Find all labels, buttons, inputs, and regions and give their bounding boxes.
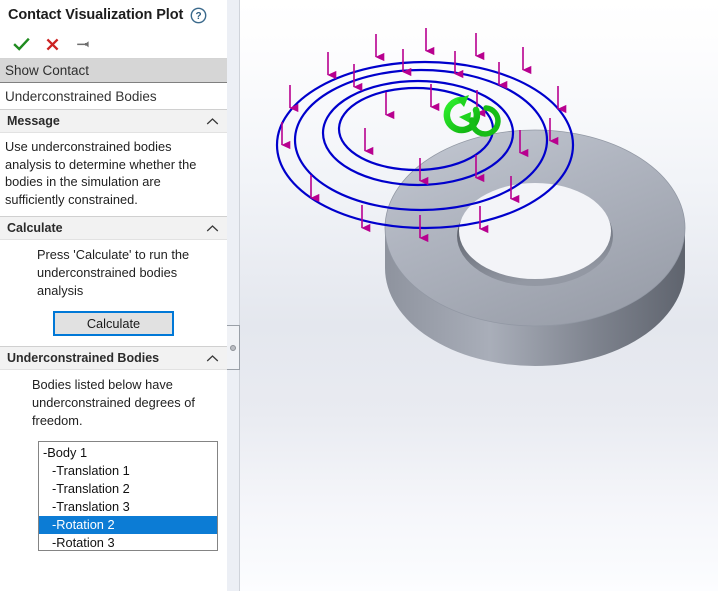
degrees-of-freedom-list[interactable]: -Body 1 -Translation 1 -Translation 2 -T… <box>38 441 218 551</box>
check-icon <box>12 37 30 51</box>
chevron-up-icon[interactable] <box>206 224 219 233</box>
section-body-underconstrained-bodies: Bodies listed below have underconstraine… <box>0 370 227 551</box>
list-item[interactable]: -Translation 2 <box>39 480 217 498</box>
list-item[interactable]: -Translation 1 <box>39 462 217 480</box>
x-icon <box>46 38 58 50</box>
chevron-up-icon[interactable] <box>206 117 219 126</box>
mode-tab-underconstrained-bodies-label: Underconstrained Bodies <box>5 88 157 104</box>
page-title: Contact Visualization Plot <box>8 7 184 23</box>
mode-tab-underconstrained-bodies[interactable]: Underconstrained Bodies <box>0 83 227 109</box>
property-manager-panel: Contact Visualization Plot ? Show Contac… <box>0 0 228 591</box>
splitter-grip-dot-icon <box>230 344 236 351</box>
calculate-button-wrap: Calculate <box>10 311 217 336</box>
section-title-message: Message <box>7 114 60 128</box>
question-mark-circle-icon[interactable]: ? <box>190 7 207 24</box>
section-body-calculate: Press 'Calculate' to run the underconstr… <box>0 240 227 346</box>
list-item[interactable]: -Rotation 3 <box>39 534 217 550</box>
svg-text:?: ? <box>196 11 202 22</box>
3d-model-scene <box>275 28 686 366</box>
panel-splitter[interactable] <box>227 0 240 591</box>
accept-button[interactable] <box>6 32 36 56</box>
washer-body[interactable] <box>384 129 686 366</box>
calculate-button[interactable]: Calculate <box>53 311 174 336</box>
pushpin-icon <box>76 40 89 47</box>
solidworks-contact-visualization-window: Contact Visualization Plot ? Show Contac… <box>0 0 718 591</box>
mode-tab-show-contact[interactable]: Show Contact <box>0 59 227 83</box>
mode-tab-show-contact-label: Show Contact <box>5 63 90 78</box>
underconstrained-hint-text: Bodies listed below have underconstraine… <box>32 377 195 428</box>
calculate-hint-text: Press 'Calculate' to run the underconstr… <box>37 247 190 298</box>
message-text: Use underconstrained bodies analysis to … <box>5 139 197 207</box>
cancel-button[interactable] <box>37 32 67 56</box>
section-body-message: Use underconstrained bodies analysis to … <box>0 133 227 216</box>
section-title-calculate: Calculate <box>7 221 63 235</box>
list-item-selected[interactable]: -Rotation 2 <box>39 516 217 534</box>
section-header-calculate[interactable]: Calculate <box>0 216 227 240</box>
panel-toolbar <box>0 30 227 58</box>
section-header-message[interactable]: Message <box>0 109 227 133</box>
chevron-up-icon[interactable] <box>206 354 219 363</box>
splitter-grip[interactable] <box>227 325 240 370</box>
list-item[interactable]: -Translation 3 <box>39 498 217 516</box>
section-header-underconstrained-bodies[interactable]: Underconstrained Bodies <box>0 346 227 370</box>
3d-graphics-viewport[interactable] <box>228 0 718 591</box>
pin-button[interactable] <box>68 32 98 56</box>
list-item[interactable]: -Body 1 <box>39 444 217 462</box>
panel-title-bar: Contact Visualization Plot ? <box>0 0 227 30</box>
section-title-underconstrained-bodies: Underconstrained Bodies <box>7 351 160 365</box>
